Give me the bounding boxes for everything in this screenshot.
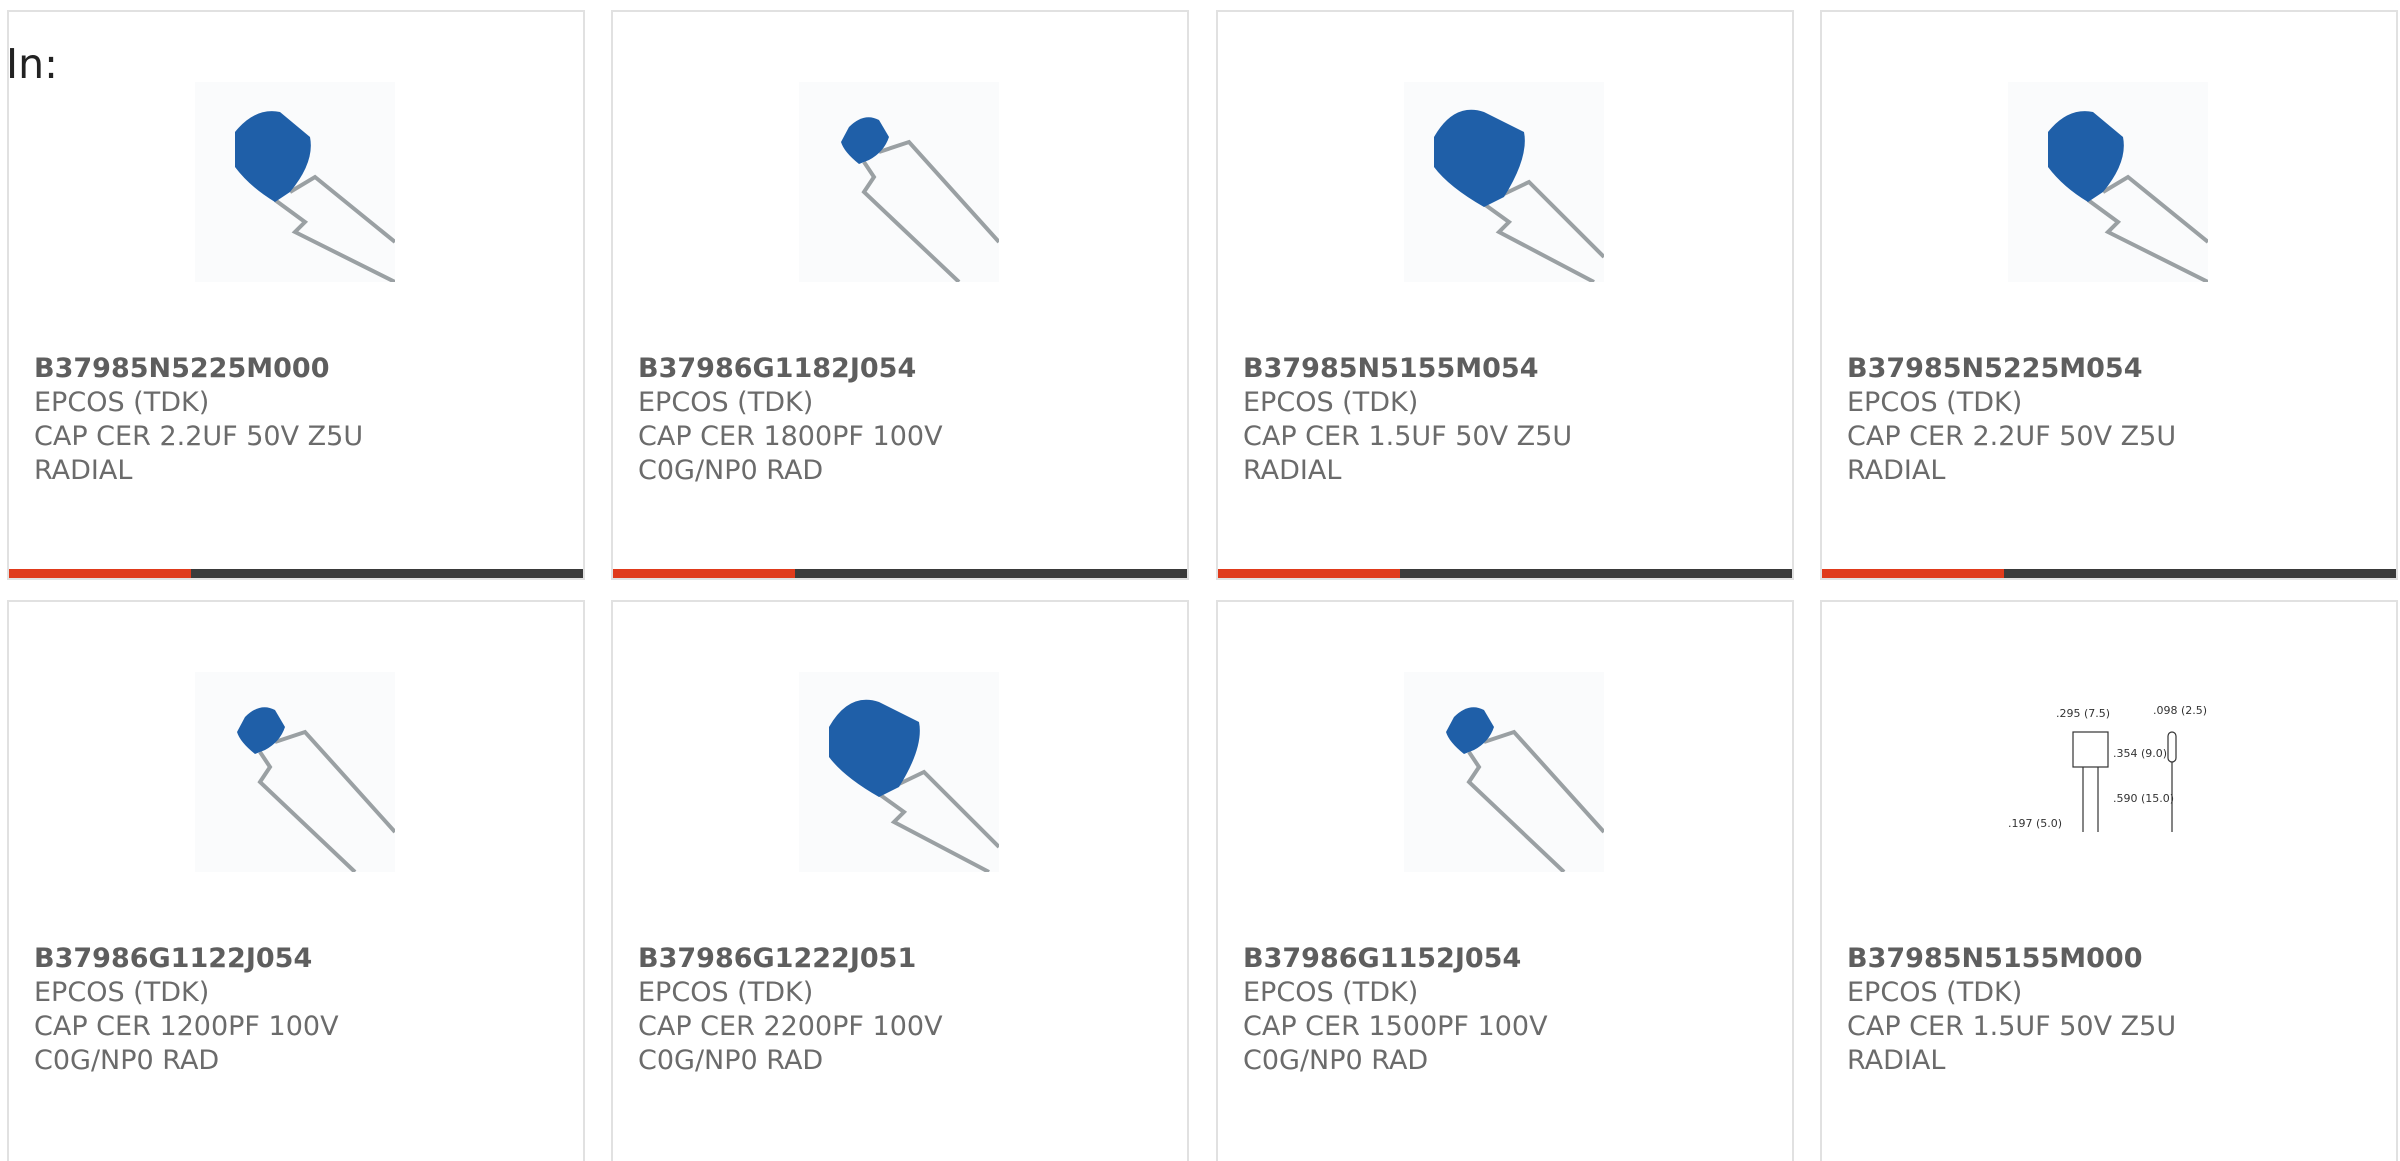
capacitor-photo-icon[interactable] bbox=[2008, 82, 2208, 282]
capacitor-photo-icon[interactable] bbox=[1404, 672, 1604, 872]
capacitor-photo-icon[interactable] bbox=[799, 82, 999, 282]
product-card[interactable]: B37985N5155M054 EPCOS (TDK) CAP CER 1.5UF … bbox=[1216, 10, 1794, 580]
svg-text:.197 (5.0): .197 (5.0) bbox=[2008, 817, 2062, 830]
part-number-link[interactable]: B37985N5225M000 bbox=[34, 352, 554, 386]
part-number-link[interactable]: B37986G1152J054 bbox=[1243, 942, 1763, 976]
manufacturer-name: EPCOS (TDK) bbox=[638, 387, 814, 418]
manufacturer-name: EPCOS (TDK) bbox=[1847, 387, 2023, 418]
product-description: CAP CER 1.5UF 50V Z5U RADIAL bbox=[1847, 1011, 2177, 1076]
svg-text:.590 (15.0): .590 (15.0) bbox=[2113, 792, 2174, 805]
manufacturer-name: EPCOS (TDK) bbox=[1243, 977, 1419, 1008]
product-grid-page: In: B37985N5225M000 EPCOS (TDK) CAP CER 2.… bbox=[0, 0, 2400, 1161]
card-footer-bar bbox=[9, 569, 583, 578]
svg-text:.098 (2.5): .098 (2.5) bbox=[2153, 704, 2207, 717]
dimension-drawing-icon[interactable]: .295 (7.5) .098 (2.5) .354 (9.0) .590 (15.0… bbox=[2008, 672, 2208, 872]
card-footer-bar bbox=[613, 569, 1187, 578]
product-description: CAP CER 2.2UF 50V Z5U RADIAL bbox=[1847, 421, 2177, 486]
product-card[interactable]: B37985N5225M000 EPCOS (TDK) CAP CER 2.2UF … bbox=[7, 10, 585, 580]
manufacturer-name: EPCOS (TDK) bbox=[34, 977, 210, 1008]
capacitor-photo-icon[interactable] bbox=[1404, 82, 1604, 282]
product-card[interactable]: B37985N5225M054 EPCOS (TDK) CAP CER 2.2UF … bbox=[1820, 10, 2398, 580]
filter-label: In: bbox=[6, 40, 58, 88]
manufacturer-name: EPCOS (TDK) bbox=[1847, 977, 2023, 1008]
product-card[interactable]: B37986G1222J051 EPCOS (TDK) CAP CER 2200PF… bbox=[611, 600, 1189, 1161]
manufacturer-name: EPCOS (TDK) bbox=[1243, 387, 1419, 418]
capacitor-photo-icon[interactable] bbox=[195, 672, 395, 872]
product-card[interactable]: B37986G1182J054 EPCOS (TDK) CAP CER 1800PF… bbox=[611, 10, 1189, 580]
product-info: B37985N5155M000 EPCOS (TDK) CAP CER 1.5UF … bbox=[1847, 942, 2367, 1078]
product-description: CAP CER 1.5UF 50V Z5U RADIAL bbox=[1243, 421, 1573, 486]
product-info: B37985N5155M054 EPCOS (TDK) CAP CER 1.5UF … bbox=[1243, 352, 1763, 488]
part-number-link[interactable]: B37985N5225M054 bbox=[1847, 352, 2367, 386]
card-footer-bar bbox=[1218, 569, 1792, 578]
svg-text:.295 (7.5): .295 (7.5) bbox=[2056, 707, 2110, 720]
capacitor-photo-icon[interactable] bbox=[195, 82, 395, 282]
product-info: B37986G1152J054 EPCOS (TDK) CAP CER 1500PF… bbox=[1243, 942, 1763, 1078]
product-description: CAP CER 1500PF 100V C0G/NP0 RAD bbox=[1243, 1011, 1548, 1076]
card-footer-accent bbox=[1822, 569, 2004, 578]
part-number-link[interactable]: B37985N5155M054 bbox=[1243, 352, 1763, 386]
product-description: CAP CER 1800PF 100V C0G/NP0 RAD bbox=[638, 421, 943, 486]
product-card[interactable]: B37986G1152J054 EPCOS (TDK) CAP CER 1500PF… bbox=[1216, 600, 1794, 1161]
part-number-link[interactable]: B37986G1122J054 bbox=[34, 942, 554, 976]
manufacturer-name: EPCOS (TDK) bbox=[34, 387, 210, 418]
product-info: B37986G1222J051 EPCOS (TDK) CAP CER 2200PF… bbox=[638, 942, 1158, 1078]
product-info: B37985N5225M000 EPCOS (TDK) CAP CER 2.2UF … bbox=[34, 352, 554, 488]
part-number-link[interactable]: B37985N5155M000 bbox=[1847, 942, 2367, 976]
product-info: B37985N5225M054 EPCOS (TDK) CAP CER 2.2UF … bbox=[1847, 352, 2367, 488]
product-info: B37986G1182J054 EPCOS (TDK) CAP CER 1800PF… bbox=[638, 352, 1158, 488]
product-description: CAP CER 1200PF 100V C0G/NP0 RAD bbox=[34, 1011, 339, 1076]
part-number-link[interactable]: B37986G1182J054 bbox=[638, 352, 1158, 386]
part-number-link[interactable]: B37986G1222J051 bbox=[638, 942, 1158, 976]
product-description: CAP CER 2.2UF 50V Z5U RADIAL bbox=[34, 421, 364, 486]
svg-text:.354 (9.0): .354 (9.0) bbox=[2113, 747, 2167, 760]
card-footer-accent bbox=[1218, 569, 1400, 578]
product-card[interactable]: B37986G1122J054 EPCOS (TDK) CAP CER 1200PF… bbox=[7, 600, 585, 1161]
product-description: CAP CER 2200PF 100V C0G/NP0 RAD bbox=[638, 1011, 943, 1076]
manufacturer-name: EPCOS (TDK) bbox=[638, 977, 814, 1008]
product-info: B37986G1122J054 EPCOS (TDK) CAP CER 1200PF… bbox=[34, 942, 554, 1078]
card-footer-bar bbox=[1822, 569, 2396, 578]
capacitor-photo-icon[interactable] bbox=[799, 672, 999, 872]
card-footer-accent bbox=[9, 569, 191, 578]
card-footer-accent bbox=[613, 569, 795, 578]
product-card[interactable]: .295 (7.5) .098 (2.5) .354 (9.0) .590 (15.0… bbox=[1820, 600, 2398, 1161]
